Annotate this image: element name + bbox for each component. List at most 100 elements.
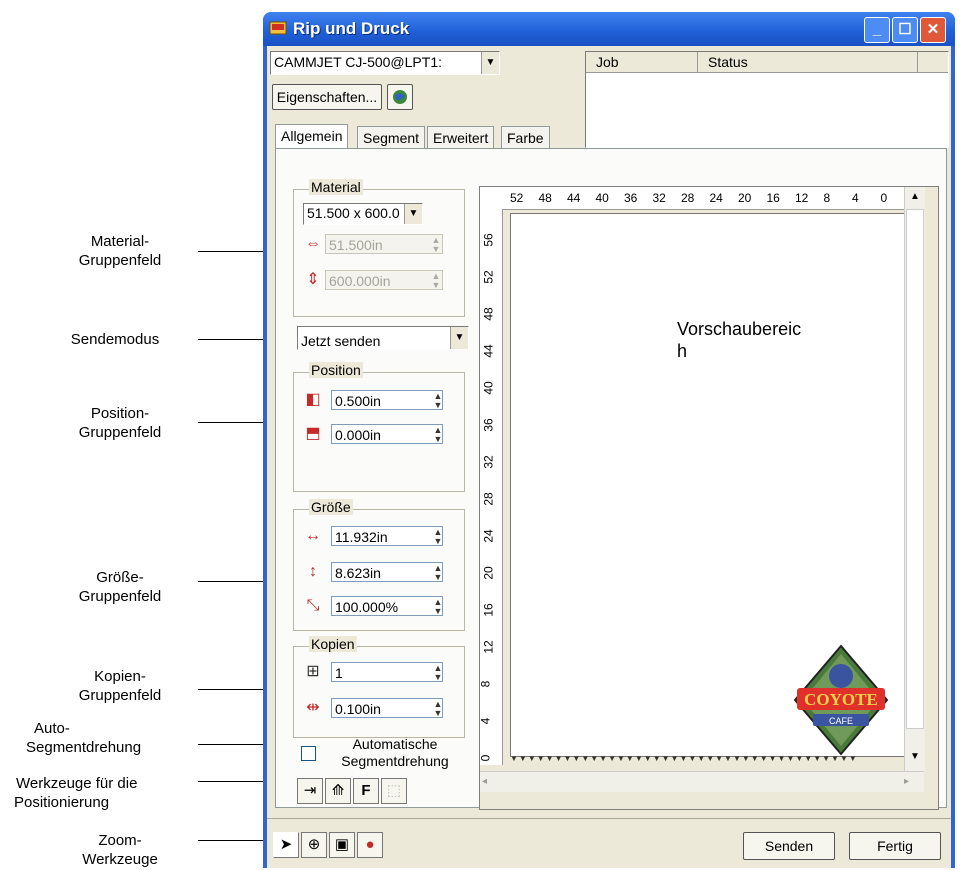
chevron-down-icon[interactable]: ▼ [481, 52, 499, 74]
position-left-icon: ◧ [305, 391, 321, 408]
logo-text-sub: CAFE [829, 716, 853, 726]
callout-send-mode: Sendemodus [70, 331, 160, 348]
side-ruler-label: 16 [481, 603, 496, 617]
scroll-right-icon[interactable]: ▸ [904, 774, 916, 790]
rip-und-druck-window: Rip und Druck _ ☐ ✕ CAMMJET CJ-500@LPT1:… [263, 12, 955, 868]
column-header-job[interactable]: Job [586, 52, 698, 72]
material-width-stepper[interactable]: ▲ ▼ [425, 236, 447, 256]
copies-spacing-stepper[interactable]: ▲ ▼ [427, 700, 449, 720]
auto-rotate-checkbox[interactable] [301, 746, 316, 761]
side-ruler-label: 28 [481, 492, 496, 506]
size-scale-stepper[interactable]: ▲ ▼ [427, 598, 449, 618]
tab-segment[interactable]: Segment [357, 126, 426, 149]
tab-strip: Allgemein Segment Erweitert Farbe [275, 124, 575, 150]
app-icon [269, 21, 287, 35]
done-button[interactable]: Fertig [849, 832, 941, 860]
auto-rotate-label: Automatische Segmentdrehung [341, 736, 449, 769]
globe-icon[interactable] [387, 84, 413, 110]
send-mode-select[interactable]: Jetzt senden ▼ [297, 326, 469, 350]
top-ruler: 52 48 44 40 36 32 28 24 20 16 12 8 4 0 [480, 187, 904, 210]
tab-erweitert[interactable]: Erweitert [427, 126, 495, 149]
size-height-stepper[interactable]: ▲ ▼ [427, 564, 449, 584]
horizontal-scrollbar[interactable]: ◂ ▸ [480, 771, 924, 792]
size-group-label: Größe [309, 499, 353, 515]
coyote-cafe-logo-icon: COYOTE CAFE [793, 644, 889, 756]
zoom-magnifier-icon[interactable]: ● [357, 832, 383, 858]
properties-button[interactable]: Eigenschaften... [272, 84, 382, 110]
top-ruler-label: 12 [795, 191, 809, 205]
side-ruler-label: 8 [478, 680, 493, 688]
top-ruler-label: 48 [538, 191, 552, 205]
select-arrow-tool-icon[interactable]: ➤ [273, 832, 299, 858]
maximize-icon[interactable]: ☐ [892, 17, 918, 43]
side-ruler-label: 56 [481, 233, 496, 247]
tab-allgemein[interactable]: Allgemein [275, 124, 349, 149]
material-length-stepper[interactable]: ▲ ▼ [425, 272, 447, 292]
copies-count-icon: ⊞ [306, 663, 320, 680]
scroll-up-icon[interactable]: ▲ [905, 187, 925, 207]
top-ruler-label: 32 [652, 191, 666, 205]
move-position-tool-icon[interactable]: ⇥ [297, 778, 323, 804]
side-ruler-label: 0 [478, 754, 493, 762]
top-ruler-label: 44 [567, 191, 581, 205]
scroll-left-icon[interactable]: ◂ [482, 774, 494, 790]
scroll-down-icon[interactable]: ▼ [905, 747, 925, 767]
size-width-icon: ↔ [305, 527, 321, 544]
position-left-stepper[interactable]: ▲ ▼ [427, 392, 449, 412]
window-title: Rip und Druck [293, 19, 410, 38]
chevron-down-icon[interactable]: ▼ [450, 327, 468, 349]
side-ruler-label: 12 [481, 640, 496, 654]
callout-size-group: Größe- Gruppenfeld [78, 569, 162, 605]
printer-select[interactable]: CAMMJET CJ-500@LPT1: ▼ [270, 51, 500, 75]
tab-farbe[interactable]: Farbe [501, 126, 550, 149]
minimize-icon[interactable]: _ [864, 17, 890, 43]
size-width-stepper[interactable]: ▲ ▼ [427, 528, 449, 548]
send-button[interactable]: Senden [743, 832, 835, 860]
top-ruler-label: 16 [766, 191, 780, 205]
preview-area: 52 48 44 40 36 32 28 24 20 16 12 8 4 0 56 52 48 44 40 36 32… [478, 186, 939, 810]
side-ruler-label: 24 [481, 529, 496, 543]
position-top-stepper[interactable]: ▲ ▼ [427, 426, 449, 446]
flip-tool-button[interactable]: F [353, 778, 379, 804]
chevron-down-icon[interactable]: ▼ [404, 204, 422, 224]
title-bar[interactable]: Rip und Druck _ ☐ ✕ [263, 12, 955, 46]
callout-material-group: Material- Gruppenfeld [78, 233, 162, 269]
material-length-icon: ⇕ [306, 271, 320, 288]
side-ruler-label: 4 [478, 717, 493, 725]
position-top-icon: ⬒ [305, 425, 321, 442]
zoom-in-icon[interactable]: ⊕ [301, 832, 327, 858]
callout-copies-group: Kopien- Gruppenfeld [78, 668, 162, 704]
callout-auto-rotate: Auto- Segmentdrehung [26, 720, 142, 756]
material-size-select[interactable]: 51.500 x 600.0 ▼ [303, 203, 423, 225]
top-ruler-label: 36 [624, 191, 638, 205]
copies-group-label: Kopien [309, 636, 357, 652]
preview-area-label: Vorschaubereich [677, 319, 802, 361]
side-ruler-label: 52 [481, 270, 496, 284]
top-ruler-label: 8 [823, 191, 831, 205]
callout-positioning-tools: Werkzeuge für die Positionierung [14, 775, 138, 811]
size-height-icon: ↕ [309, 563, 317, 580]
callout-position-group: Position- Gruppenfeld [78, 405, 162, 441]
callout-zoom-tools: Zoom- Werkzeuge [82, 832, 158, 868]
side-ruler-label: 20 [481, 566, 496, 580]
send-mode-value: Jetzt senden [301, 333, 381, 349]
scale-icon: ⤡ [306, 597, 320, 614]
bottom-separator [267, 818, 951, 819]
top-ruler-label: 28 [681, 191, 695, 205]
copies-count-stepper[interactable]: ▲ ▼ [427, 664, 449, 684]
side-ruler-label: 48 [481, 307, 496, 321]
preview-page[interactable]: Vorschaubereich COYOTE CAFE [510, 213, 906, 757]
close-icon[interactable]: ✕ [920, 17, 946, 43]
copies-group [293, 646, 465, 738]
vertical-scroll-thumb[interactable] [906, 209, 924, 729]
fit-page-icon[interactable]: ▣ [329, 832, 355, 858]
frame-tool-icon[interactable]: ⬚ [381, 778, 407, 804]
logo-text-main: COYOTE [804, 690, 878, 709]
vertical-scrollbar[interactable]: ▲ ▼ [904, 187, 925, 771]
job-table-header: Job Status [586, 52, 948, 73]
center-position-tool-icon[interactable]: ⟰ [325, 778, 351, 804]
side-ruler: 56 52 48 44 40 36 32 28 24 20 16 12 8 4 0 [478, 209, 503, 765]
copies-spacing-icon: ⇹ [306, 699, 320, 716]
job-table[interactable]: Job Status [585, 51, 949, 148]
column-header-status[interactable]: Status [698, 52, 918, 72]
